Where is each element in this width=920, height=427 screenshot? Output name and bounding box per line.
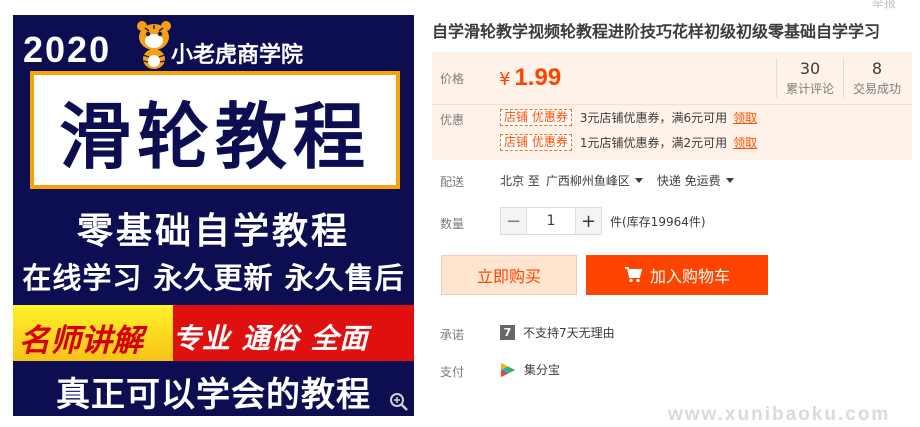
product-page: 2020 小老虎商学院 滑轮教程 零基础自学教程 在线学习 永久更新 永久售后 … — [0, 0, 920, 427]
stat-reviews-label: 累计评论 — [785, 82, 834, 96]
price-number: 1.99 — [514, 64, 562, 91]
product-image[interactable]: 2020 小老虎商学院 滑轮教程 零基础自学教程 在线学习 永久更新 永久售后 … — [13, 15, 414, 416]
currency-symbol: ¥ — [499, 69, 511, 90]
add-to-cart-button[interactable]: 加入购物车 — [586, 255, 768, 295]
chevron-down-icon[interactable] — [725, 178, 734, 183]
coupon-row: 店铺 优惠券 3元店铺优惠券，满6元可用 领取 — [500, 109, 757, 126]
promotion-label: 优惠 — [440, 113, 465, 127]
poster-band-right: 专业 通俗 全面 — [173, 322, 369, 355]
coupon-tag: 店铺 优惠券 — [500, 109, 572, 126]
shipping-label: 配送 — [440, 175, 465, 189]
promise-text: 不支持7天无理由 — [523, 326, 615, 340]
chevron-down-icon[interactable] — [634, 178, 643, 183]
shipping-origin: 北京 至 — [500, 174, 540, 188]
promise-label: 承诺 — [440, 328, 465, 342]
poster-band-highlight: 名师讲解 — [13, 305, 173, 361]
quantity-stepper: − 1 + 件(库存19964件) — [500, 207, 706, 235]
watermark: www.xunibaoku.com — [668, 404, 891, 425]
coupon-claim-link[interactable]: 领取 — [733, 109, 757, 126]
zoom-icon[interactable] — [389, 392, 409, 412]
payment-text: 集分宝 — [524, 363, 561, 377]
payment-label: 支付 — [440, 365, 465, 379]
poster-tagline-3: 真正可以学会的教程 — [56, 375, 371, 415]
promise-row: 7 不支持7天无理由 — [500, 324, 615, 341]
cart-icon — [624, 267, 642, 283]
stat-transactions-number: 8 — [871, 59, 883, 78]
stat-transactions[interactable]: 8 交易成功 — [844, 58, 910, 104]
coupon-text: 3元店铺优惠券，满6元可用 — [579, 111, 728, 125]
poster-tagline-1: 零基础自学教程 — [76, 211, 350, 252]
coupon-text: 1元店铺优惠券，满2元可用 — [579, 136, 728, 150]
increase-button[interactable]: + — [575, 207, 602, 235]
price-label: 价格 — [440, 72, 465, 86]
product-title: 自学滑轮教学视频轮教程进阶技巧花样初级初级零基础自学学习 — [432, 22, 881, 41]
coupon-claim-link[interactable]: 领取 — [733, 134, 757, 151]
price-divider — [432, 104, 912, 105]
stock-text: 件(库存19964件) — [610, 214, 706, 229]
poster-band: 名师讲解 专业 通俗 全面 — [13, 305, 414, 361]
poster-title-box: 滑轮教程 — [30, 71, 400, 189]
poster-main-title: 滑轮教程 — [58, 94, 371, 179]
buy-now-button[interactable]: 立即购买 — [441, 255, 577, 295]
shipping-method[interactable]: 快递 免运费 — [657, 172, 721, 189]
stat-reviews[interactable]: 30 累计评论 — [777, 58, 843, 104]
poster-band-left: 名师讲解 — [19, 323, 143, 359]
coupon-row: 店铺 优惠券 1元店铺优惠券，满2元可用 领取 — [500, 134, 757, 151]
jifenbao-icon — [501, 362, 515, 377]
payment-row: 集分宝 — [500, 361, 560, 378]
add-to-cart-label: 加入购物车 — [649, 267, 730, 286]
poster-tagline-2: 在线学习 永久更新 永久售后 — [22, 261, 405, 295]
shipping-destination[interactable]: 广西柳州鱼峰区 — [546, 172, 630, 189]
poster-year: 2020 — [23, 29, 112, 70]
poster-brand: 小老虎商学院 — [171, 43, 304, 68]
quantity-label: 数量 — [440, 217, 465, 231]
coupon-tag: 店铺 优惠券 — [500, 134, 572, 151]
shipping-row: 北京 至 广西柳州鱼峰区 快递 免运费 — [500, 172, 748, 189]
quantity-input[interactable]: 1 — [527, 207, 575, 235]
price-value: ¥1.99 — [499, 64, 561, 92]
seven-day-icon: 7 — [500, 325, 515, 340]
price-panel: 价格 ¥1.99 30 累计评论 8 交易成功 优惠 店铺 优惠券 3元店铺优惠… — [432, 52, 912, 160]
report-link[interactable]: 举报 — [872, 0, 896, 11]
decrease-button[interactable]: − — [500, 207, 527, 235]
stat-transactions-label: 交易成功 — [852, 82, 901, 96]
stat-reviews-number: 30 — [799, 59, 821, 78]
